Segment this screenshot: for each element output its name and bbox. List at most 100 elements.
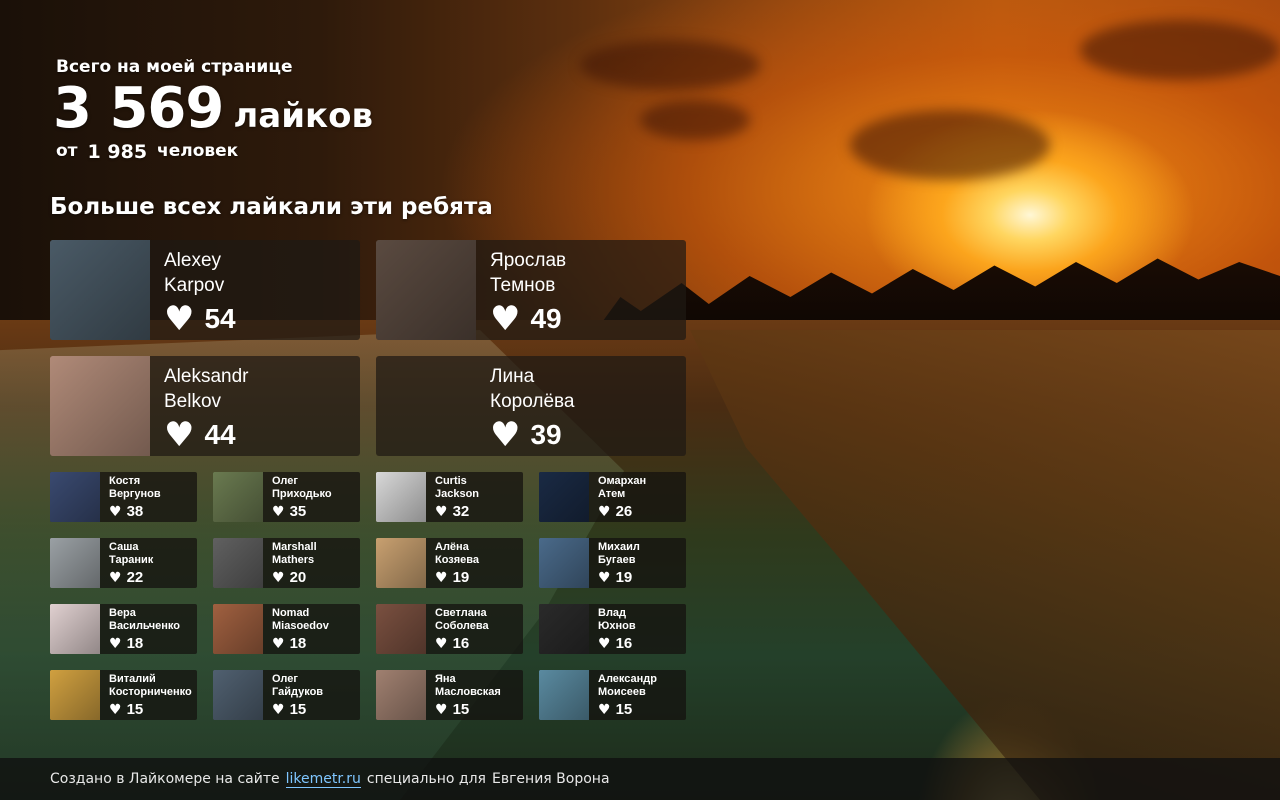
fan-card[interactable]: Nomad Miasoedov ♥ 18 bbox=[213, 604, 360, 654]
fan-likes: ♥ 19 bbox=[598, 569, 640, 586]
fan-first-name[interactable]: Олег bbox=[272, 673, 323, 686]
fan-first-name[interactable]: Виталий bbox=[109, 673, 192, 686]
fan-first-name[interactable]: Nomad bbox=[272, 607, 329, 620]
fan-likes-count: 15 bbox=[289, 701, 307, 718]
heart-icon: ♥ bbox=[490, 299, 521, 339]
avatar[interactable] bbox=[539, 472, 589, 522]
fan-card[interactable]: Костя Вергунов ♥ 38 bbox=[50, 472, 197, 522]
avatar[interactable] bbox=[50, 240, 150, 340]
heart-icon: ♥ bbox=[598, 701, 611, 718]
fan-first-name[interactable]: Александр bbox=[598, 673, 657, 686]
avatar[interactable] bbox=[376, 538, 426, 588]
footer-site-link[interactable]: likemetr.ru bbox=[285, 771, 361, 788]
avatar[interactable] bbox=[50, 356, 150, 456]
fan-last-name[interactable]: Моисеев bbox=[598, 686, 657, 699]
avatar[interactable] bbox=[376, 604, 426, 654]
section-title: Больше всех лайкали эти ребята bbox=[50, 194, 493, 220]
fan-last-name[interactable]: Масловская bbox=[435, 686, 501, 699]
fan-card[interactable]: Олег Гайдуков ♥ 15 bbox=[213, 670, 360, 720]
fan-card[interactable]: Михаил Бугаев ♥ 19 bbox=[539, 538, 686, 588]
fan-first-name[interactable]: Саша bbox=[109, 541, 153, 554]
fan-last-name[interactable]: Mathers bbox=[272, 554, 317, 567]
fan-last-name[interactable]: Косторниченко bbox=[109, 686, 192, 699]
fan-first-name[interactable]: Лина bbox=[490, 364, 574, 389]
total-likes-word: лайков bbox=[233, 96, 373, 136]
fan-first-name[interactable]: Яна bbox=[435, 673, 501, 686]
fan-first-name[interactable]: Влад bbox=[598, 607, 636, 620]
fan-last-name[interactable]: Belkov bbox=[164, 389, 249, 414]
fan-first-name[interactable]: Curtis bbox=[435, 475, 479, 488]
fan-first-name[interactable]: Олег bbox=[272, 475, 332, 488]
fan-first-name[interactable]: Вера bbox=[109, 607, 180, 620]
fan-last-name[interactable]: Вергунов bbox=[109, 488, 161, 501]
top-fan-card[interactable]: Aleksandr Belkov ♥ 44 bbox=[50, 356, 360, 456]
fan-last-name[interactable]: Jackson bbox=[435, 488, 479, 501]
avatar[interactable] bbox=[50, 472, 100, 522]
avatar[interactable] bbox=[50, 604, 100, 654]
fan-card[interactable]: Алёна Козяева ♥ 19 bbox=[376, 538, 523, 588]
fan-info: Вера Васильченко ♥ 18 bbox=[100, 604, 180, 654]
fan-first-name[interactable]: Aleksandr bbox=[164, 364, 249, 389]
fan-last-name[interactable]: Юхнов bbox=[598, 620, 636, 633]
fan-likes: ♥ 15 bbox=[272, 701, 323, 718]
avatar[interactable] bbox=[213, 538, 263, 588]
fan-first-name[interactable]: Alexey bbox=[164, 248, 236, 273]
avatar[interactable] bbox=[376, 670, 426, 720]
fan-last-name[interactable]: Васильченко bbox=[109, 620, 180, 633]
top-fan-card[interactable]: Alexey Karpov ♥ 54 bbox=[50, 240, 360, 340]
fan-last-name[interactable]: Атем bbox=[598, 488, 646, 501]
top-fan-card[interactable]: Лина Королёва ♥ 39 bbox=[376, 356, 686, 456]
fan-first-name[interactable]: Омархан bbox=[598, 475, 646, 488]
fan-last-name[interactable]: Козяева bbox=[435, 554, 479, 567]
fan-first-name[interactable]: Михаил bbox=[598, 541, 640, 554]
fan-likes: ♥ 49 bbox=[490, 302, 566, 336]
fan-last-name[interactable]: Бугаев bbox=[598, 554, 640, 567]
heart-icon: ♥ bbox=[164, 299, 195, 339]
avatar[interactable] bbox=[539, 670, 589, 720]
fan-likes-count: 18 bbox=[289, 635, 307, 652]
fan-last-name[interactable]: Королёва bbox=[490, 389, 574, 414]
fan-card[interactable]: Саша Тараник ♥ 22 bbox=[50, 538, 197, 588]
heart-icon: ♥ bbox=[598, 635, 611, 652]
fan-card[interactable]: Виталий Косторниченко ♥ 15 bbox=[50, 670, 197, 720]
fan-first-name[interactable]: Костя bbox=[109, 475, 161, 488]
top-fan-card[interactable]: Ярослав Темнов ♥ 49 bbox=[376, 240, 686, 340]
fan-last-name[interactable]: Соболева bbox=[435, 620, 489, 633]
fan-card[interactable]: Curtis Jackson ♥ 32 bbox=[376, 472, 523, 522]
avatar[interactable] bbox=[539, 604, 589, 654]
fan-card[interactable]: Светлана Соболева ♥ 16 bbox=[376, 604, 523, 654]
heart-icon: ♥ bbox=[598, 569, 611, 586]
avatar[interactable] bbox=[50, 538, 100, 588]
fan-card[interactable]: Marshall Mathers ♥ 20 bbox=[213, 538, 360, 588]
fan-first-name[interactable]: Marshall bbox=[272, 541, 317, 554]
footer-owner[interactable]: Евгения Ворона bbox=[492, 771, 610, 787]
avatar[interactable] bbox=[213, 604, 263, 654]
fan-card[interactable]: Олег Приходько ♥ 35 bbox=[213, 472, 360, 522]
fan-card[interactable]: Влад Юхнов ♥ 16 bbox=[539, 604, 686, 654]
fan-last-name[interactable]: Приходько bbox=[272, 488, 332, 501]
avatar[interactable] bbox=[376, 472, 426, 522]
fan-card[interactable]: Омархан Атем ♥ 26 bbox=[539, 472, 686, 522]
fan-first-name[interactable]: Светлана bbox=[435, 607, 489, 620]
fan-last-name[interactable]: Темнов bbox=[490, 273, 566, 298]
avatar[interactable] bbox=[213, 670, 263, 720]
avatar[interactable] bbox=[539, 538, 589, 588]
fan-likes-count: 22 bbox=[126, 569, 144, 586]
fan-last-name[interactable]: Тараник bbox=[109, 554, 153, 567]
avatar[interactable] bbox=[213, 472, 263, 522]
fan-last-name[interactable]: Karpov bbox=[164, 273, 236, 298]
fan-last-name[interactable]: Miasoedov bbox=[272, 620, 329, 633]
fan-first-name[interactable]: Ярослав bbox=[490, 248, 566, 273]
total-likes-number: 3 569 bbox=[53, 76, 224, 141]
fan-likes-count: 19 bbox=[615, 569, 633, 586]
heart-icon: ♥ bbox=[435, 503, 448, 520]
avatar[interactable] bbox=[376, 356, 476, 456]
avatar[interactable] bbox=[376, 240, 476, 340]
fan-info: Олег Приходько ♥ 35 bbox=[263, 472, 332, 522]
avatar[interactable] bbox=[50, 670, 100, 720]
fan-last-name[interactable]: Гайдуков bbox=[272, 686, 323, 699]
fan-card[interactable]: Александр Моисеев ♥ 15 bbox=[539, 670, 686, 720]
fan-card[interactable]: Яна Масловская ♥ 15 bbox=[376, 670, 523, 720]
fan-card[interactable]: Вера Васильченко ♥ 18 bbox=[50, 604, 197, 654]
fan-first-name[interactable]: Алёна bbox=[435, 541, 479, 554]
